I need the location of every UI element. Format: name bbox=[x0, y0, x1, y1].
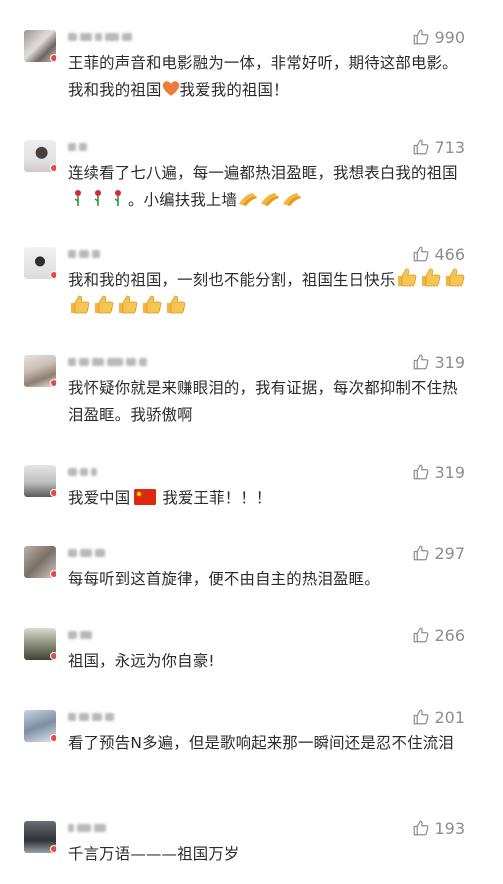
verified-badge bbox=[50, 652, 56, 660]
thumbs-up-icon bbox=[414, 627, 429, 643]
thumbs-up-emoji bbox=[71, 295, 90, 314]
thumbs-up-icon bbox=[414, 246, 429, 262]
rose-emoji bbox=[94, 190, 101, 206]
like-button[interactable]: 713 bbox=[412, 136, 465, 158]
like-count: 466 bbox=[434, 244, 465, 264]
like-button[interactable]: 266 bbox=[412, 624, 465, 646]
thumbs-up-icon bbox=[414, 139, 429, 155]
like-count: 319 bbox=[434, 462, 465, 482]
avatar[interactable] bbox=[24, 710, 56, 742]
username-blurred[interactable] bbox=[68, 247, 100, 261]
comment-list: 990 王菲的声音和电影融为一体，非常好听，期待这部电影。我和我的祖国 我爱我的祖… bbox=[0, 0, 503, 884]
like-count: 266 bbox=[434, 625, 465, 645]
comment-text: 王菲的声音和电影融为一体，非常好听，期待这部电影。我和我的祖国 我爱我的祖国！ bbox=[68, 54, 458, 99]
thumbs-up-icon bbox=[414, 709, 429, 725]
avatar[interactable] bbox=[24, 30, 56, 62]
username-blurred[interactable] bbox=[68, 355, 147, 369]
thumbs-up-emoji bbox=[167, 295, 186, 314]
like-count: 713 bbox=[434, 137, 465, 157]
thumbs-up-icon bbox=[414, 545, 429, 561]
comment-text: 连续看了七八遍，每一遍都热泪盈眶，我想表白我的祖国。小编扶我上墙 bbox=[68, 164, 458, 209]
verified-badge bbox=[50, 734, 56, 742]
thumbs-up-emoji bbox=[422, 268, 441, 287]
like-button[interactable]: 201 bbox=[412, 706, 465, 728]
username-blurred[interactable] bbox=[68, 546, 105, 560]
thumbs-up-emoji bbox=[95, 295, 114, 314]
comment-text: 看了预告N多遍，但是歌响起来那一瞬间还是忍不住流泪 bbox=[68, 734, 454, 752]
clap-emoji bbox=[283, 193, 302, 206]
verified-badge bbox=[50, 845, 56, 853]
comment-text: 我和我的祖国，一刻也不能分割，祖国生日快乐 bbox=[68, 267, 473, 321]
username-blurred[interactable] bbox=[68, 821, 106, 835]
clap-emoji bbox=[239, 193, 258, 206]
like-button[interactable]: 319 bbox=[412, 351, 465, 373]
thumbs-up-emoji bbox=[446, 268, 465, 287]
like-count: 297 bbox=[434, 543, 465, 563]
like-count: 201 bbox=[434, 707, 465, 727]
avatar[interactable] bbox=[24, 355, 56, 387]
like-button[interactable]: 466 bbox=[412, 243, 465, 265]
comment-text: 我怀疑你就是来赚眼泪的，我有证据，每次都抑制不住热泪盈眶。我骄傲啊 bbox=[68, 379, 458, 424]
heart-emoji bbox=[162, 81, 179, 96]
thumbs-up-icon bbox=[414, 820, 429, 836]
comment-text: 祖国，永远为你自豪! bbox=[68, 652, 215, 670]
like-button[interactable]: 319 bbox=[412, 461, 465, 483]
clap-emoji bbox=[261, 193, 280, 206]
like-button[interactable]: 297 bbox=[412, 542, 465, 564]
username-blurred[interactable] bbox=[68, 30, 132, 44]
avatar[interactable] bbox=[24, 140, 56, 172]
username-blurred[interactable] bbox=[68, 465, 97, 479]
username-blurred[interactable] bbox=[68, 710, 114, 724]
verified-badge bbox=[50, 164, 56, 172]
avatar[interactable] bbox=[24, 247, 56, 279]
thumbs-up-emoji bbox=[143, 295, 162, 314]
verified-badge bbox=[50, 570, 56, 578]
username-blurred[interactable] bbox=[68, 140, 87, 154]
username-blurred[interactable] bbox=[68, 628, 92, 642]
avatar[interactable] bbox=[24, 465, 56, 497]
avatar[interactable] bbox=[24, 821, 56, 853]
verified-badge bbox=[50, 271, 56, 279]
like-count: 319 bbox=[434, 352, 465, 372]
like-button[interactable]: 193 bbox=[412, 817, 465, 839]
thumbs-up-icon bbox=[414, 29, 429, 45]
thumbs-up-icon bbox=[414, 464, 429, 480]
like-count: 193 bbox=[434, 818, 465, 838]
verified-badge bbox=[50, 489, 56, 497]
like-count: 990 bbox=[434, 27, 465, 47]
china-flag-emoji bbox=[134, 489, 157, 505]
like-button[interactable]: 990 bbox=[412, 26, 465, 48]
avatar[interactable] bbox=[24, 546, 56, 578]
avatar[interactable] bbox=[24, 628, 56, 660]
thumbs-up-emoji bbox=[119, 295, 138, 314]
comment-text: 每每听到这首旋律，便不由自主的热泪盈眶。 bbox=[68, 570, 380, 588]
comment-text: 我爱中国 我爱王菲！！！ bbox=[68, 489, 272, 507]
thumbs-up-emoji bbox=[398, 268, 417, 287]
verified-badge bbox=[50, 54, 56, 62]
rose-emoji bbox=[74, 190, 81, 206]
verified-badge bbox=[50, 379, 56, 387]
rose-emoji bbox=[114, 190, 121, 206]
comment-text: 千言万语———祖国万岁 bbox=[68, 845, 240, 863]
thumbs-up-icon bbox=[414, 354, 429, 370]
